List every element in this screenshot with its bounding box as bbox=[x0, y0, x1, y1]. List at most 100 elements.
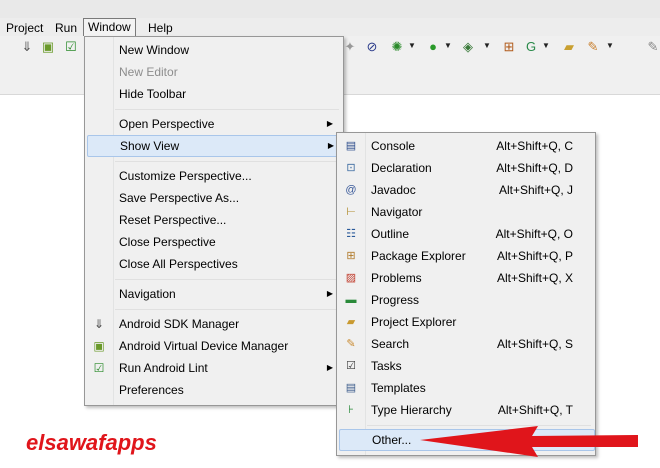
watermark-text: elsawafapps bbox=[26, 430, 157, 455]
debug-icon[interactable]: ✺ bbox=[390, 40, 404, 54]
submenu-arrow-icon: ▶ bbox=[326, 289, 333, 298]
pin-tool-icon[interactable]: ✦ bbox=[343, 40, 357, 54]
menu-item-new-window[interactable]: New Window bbox=[87, 39, 341, 61]
lint-check-icon: ☑ bbox=[93, 361, 105, 375]
view-item-progress[interactable]: ▬ Progress bbox=[339, 289, 593, 311]
submenu-arrow-icon: ▶ bbox=[326, 119, 333, 128]
menu-item-close-all-perspectives[interactable]: Close All Perspectives bbox=[87, 253, 341, 275]
menu-project[interactable]: Project bbox=[2, 19, 47, 37]
menu-help[interactable]: Help bbox=[144, 19, 177, 37]
problems-icon: ▨ bbox=[345, 272, 357, 284]
tasks-icon: ☑ bbox=[346, 360, 356, 372]
lint-tool-icon[interactable]: ☑ bbox=[64, 40, 78, 54]
external-tools-icon[interactable]: ◈ bbox=[461, 40, 475, 54]
view-item-label: Outline bbox=[371, 227, 410, 241]
view-item-label: Search bbox=[371, 337, 410, 351]
view-item-project-explorer[interactable]: ▰ Project Explorer bbox=[339, 311, 593, 333]
view-item-label: Progress bbox=[371, 293, 420, 307]
view-item-type-hierarchy[interactable]: ⊦ Type Hierarchy Alt+Shift+Q, T bbox=[339, 399, 593, 421]
view-item-shortcut: Alt+Shift+Q, S bbox=[496, 337, 573, 351]
view-item-shortcut: Alt+Shift+Q, D bbox=[496, 161, 573, 175]
view-item-shortcut: Alt+Shift+Q, T bbox=[497, 403, 573, 417]
menu-item-preferences[interactable]: Preferences bbox=[87, 379, 341, 401]
open-type-icon[interactable]: ▰ bbox=[562, 40, 576, 54]
menu-item-label: Show View bbox=[120, 139, 180, 153]
menu-item-label: Close Perspective bbox=[119, 235, 216, 249]
view-item-shortcut: Alt+Shift+Q, P bbox=[496, 249, 573, 263]
menu-item-navigation[interactable]: Navigation ▶ bbox=[87, 283, 341, 305]
templates-icon: ▤ bbox=[345, 382, 357, 394]
menu-item-label: New Window bbox=[119, 43, 190, 57]
menu-item-label: Preferences bbox=[119, 383, 184, 397]
view-item-shortcut: Alt+Shift+Q, C bbox=[496, 139, 573, 153]
view-item-console[interactable]: ▤ Console Alt+Shift+Q, C bbox=[339, 135, 593, 157]
view-item-label: Problems bbox=[371, 271, 422, 285]
search-tool-icon[interactable]: ✎ bbox=[586, 40, 600, 54]
outline-icon: ☷ bbox=[346, 228, 356, 240]
declaration-icon: ⊡ bbox=[346, 162, 356, 174]
view-item-label: Tasks bbox=[371, 359, 402, 373]
view-item-problems[interactable]: ▨ Problems Alt+Shift+Q, X bbox=[339, 267, 593, 289]
menu-item-close-perspective[interactable]: Close Perspective bbox=[87, 231, 341, 253]
menu-item-label: Open Perspective bbox=[119, 117, 215, 131]
skip-breakpoints-icon[interactable]: ⊘ bbox=[365, 40, 379, 54]
menu-item-save-perspective-as[interactable]: Save Perspective As... bbox=[87, 187, 341, 209]
edit-icon[interactable]: ✎ bbox=[646, 40, 660, 54]
menu-item-android-virtual-device-manager[interactable]: ▣ Android Virtual Device Manager bbox=[87, 335, 341, 357]
submenu-arrow-icon: ▶ bbox=[327, 141, 334, 150]
view-item-tasks[interactable]: ☑ Tasks bbox=[339, 355, 593, 377]
javadoc-icon: @ bbox=[345, 184, 357, 196]
menu-item-label: Navigation bbox=[119, 287, 176, 301]
menu-run[interactable]: Run bbox=[51, 19, 81, 37]
menu-item-customize-perspective[interactable]: Customize Perspective... bbox=[87, 165, 341, 187]
view-item-declaration[interactable]: ⊡ Declaration Alt+Shift+Q, D bbox=[339, 157, 593, 179]
menu-separator bbox=[115, 279, 339, 280]
menu-item-show-view[interactable]: Show View ▶ bbox=[87, 135, 343, 157]
sdk-manager-icon: ⇓ bbox=[93, 317, 105, 331]
menu-item-label: Android Virtual Device Manager bbox=[119, 339, 289, 353]
search-icon: ✎ bbox=[346, 338, 356, 350]
menu-item-android-sdk-manager[interactable]: ⇓ Android SDK Manager bbox=[87, 313, 341, 335]
view-item-outline[interactable]: ☷ Outline Alt+Shift+Q, O bbox=[339, 223, 593, 245]
sdk-manager-tool-icon[interactable]: ⇓ bbox=[20, 40, 34, 54]
menu-item-open-perspective[interactable]: Open Perspective ▶ bbox=[87, 113, 341, 135]
progress-icon: ▬ bbox=[345, 294, 357, 306]
view-item-shortcut: Alt+Shift+Q, X bbox=[496, 271, 573, 285]
menu-item-label: New Editor bbox=[119, 65, 178, 79]
menu-item-reset-perspective[interactable]: Reset Perspective... bbox=[87, 209, 341, 231]
menu-item-new-editor[interactable]: New Editor bbox=[87, 61, 341, 83]
menu-item-run-android-lint[interactable]: ☑ Run Android Lint ▶ bbox=[87, 357, 341, 379]
view-item-search[interactable]: ✎ Search Alt+Shift+Q, S bbox=[339, 333, 593, 355]
view-item-templates[interactable]: ▤ Templates bbox=[339, 377, 593, 399]
new-class-icon[interactable]: G bbox=[524, 40, 538, 54]
view-item-label: Console bbox=[371, 139, 416, 153]
run-icon[interactable]: ● bbox=[426, 40, 440, 54]
avd-manager-tool-icon[interactable]: ▣ bbox=[41, 40, 55, 54]
search-dropdown-icon[interactable]: ▼ bbox=[606, 41, 614, 50]
menu-separator bbox=[115, 109, 339, 110]
new-java-package-icon[interactable]: ⊞ bbox=[502, 40, 516, 54]
menu-separator bbox=[115, 309, 339, 310]
view-item-label: Templates bbox=[371, 381, 426, 395]
view-item-navigator[interactable]: ⊢ Navigator bbox=[339, 201, 593, 223]
console-icon: ▤ bbox=[345, 140, 357, 152]
run-dropdown-icon[interactable]: ▼ bbox=[444, 41, 452, 50]
red-arrow-icon bbox=[420, 426, 638, 457]
external-tools-dropdown-icon[interactable]: ▼ bbox=[483, 41, 491, 50]
debug-dropdown-icon[interactable]: ▼ bbox=[408, 41, 416, 50]
navigator-icon: ⊢ bbox=[346, 206, 356, 218]
menu-item-label: Close All Perspectives bbox=[119, 257, 238, 271]
menu-window[interactable]: Window bbox=[83, 18, 136, 38]
view-item-shortcut: Alt+Shift+Q, J bbox=[498, 183, 573, 197]
view-item-javadoc[interactable]: @ Javadoc Alt+Shift+Q, J bbox=[339, 179, 593, 201]
view-item-package-explorer[interactable]: ⊞ Package Explorer Alt+Shift+Q, P bbox=[339, 245, 593, 267]
menu-item-label: Customize Perspective... bbox=[119, 169, 252, 183]
new-class-dropdown-icon[interactable]: ▼ bbox=[542, 41, 550, 50]
view-item-label: Javadoc bbox=[371, 183, 416, 197]
view-item-label: Type Hierarchy bbox=[371, 403, 452, 417]
menu-item-hide-toolbar[interactable]: Hide Toolbar bbox=[87, 83, 341, 105]
window-menu: New Window New Editor Hide Toolbar Open … bbox=[84, 36, 344, 406]
menu-item-label: Hide Toolbar bbox=[119, 87, 187, 101]
avd-manager-icon: ▣ bbox=[93, 339, 105, 353]
menu-item-label: Android SDK Manager bbox=[119, 317, 240, 331]
